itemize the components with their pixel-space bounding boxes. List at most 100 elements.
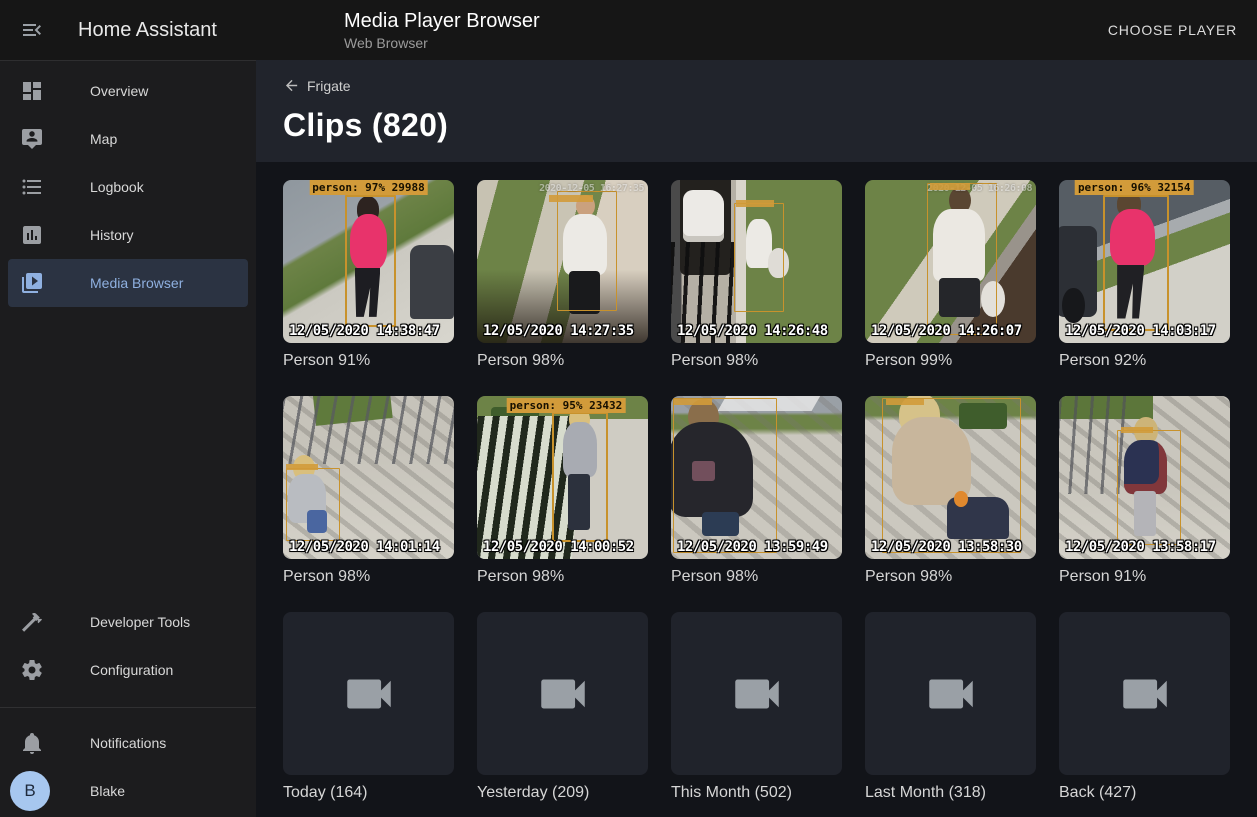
folder-thumbnail[interactable] (865, 612, 1036, 775)
clip-thumbnail[interactable]: 2020-12-05 16:27:35 12/05/2020 14:27:35 (477, 180, 648, 343)
sidebar-item-history[interactable]: History (8, 211, 248, 259)
scene-shape (947, 497, 1009, 539)
scene-shape (477, 416, 587, 559)
sidebar-item-label: History (90, 227, 134, 243)
sidebar-item-profile[interactable]: B Blake (8, 767, 248, 815)
clip-thumbnail[interactable]: 12/05/2020 14:26:48 (671, 180, 842, 343)
clip-thumbnail[interactable]: person: 97% 29988 12/05/2020 14:38:47 (283, 180, 454, 343)
scene-shape (288, 474, 326, 523)
play-box-multiple-icon (20, 271, 44, 295)
clip-card[interactable]: 12/05/2020 13:59:49 Person 98% (671, 396, 842, 586)
video-icon (1116, 665, 1174, 723)
chart-box-icon (20, 223, 44, 247)
clip-card[interactable]: 2020-12-05 16:26:08 12/05/2020 14:26:07 … (865, 180, 1036, 370)
folder-thumbnail[interactable] (477, 612, 648, 775)
breadcrumb-label: Frigate (307, 78, 351, 94)
clip-caption: Person 98% (283, 568, 454, 586)
content-header: Frigate Clips (820) (256, 60, 1257, 162)
scene-shape (1134, 417, 1158, 445)
detection-box (552, 412, 607, 542)
sidebar-item-configuration[interactable]: Configuration (8, 646, 248, 694)
scene-shape (355, 268, 381, 317)
clip-thumbnail[interactable]: 12/05/2020 13:58:17 (1059, 396, 1230, 559)
detection-chip (674, 399, 712, 405)
clip-caption: Person 98% (477, 568, 648, 586)
detection-label: person: 97% 29988 (309, 180, 428, 195)
scene-shape (702, 512, 740, 536)
detection-chip (736, 200, 774, 207)
scene-shape (899, 396, 940, 435)
scene-shape (357, 196, 379, 222)
scene-shape (1117, 265, 1144, 319)
scene-shape (312, 396, 392, 426)
folder-thumbnail[interactable] (1059, 612, 1230, 775)
timestamp-overlay: 12/05/2020 14:27:35 (483, 323, 634, 339)
clip-card[interactable]: 12/05/2020 13:58:17 Person 91% (1059, 396, 1230, 586)
scene-shape (683, 190, 724, 242)
scene-shape (954, 491, 968, 507)
sidebar-item-overview[interactable]: Overview (8, 67, 248, 115)
folder-thumbnail[interactable] (671, 612, 842, 775)
clip-card[interactable]: 12/05/2020 14:01:14 Person 98% (283, 396, 454, 586)
folder-card[interactable]: Today (164) (283, 612, 454, 802)
scene-shape (1124, 440, 1167, 494)
choose-player-button[interactable]: CHOOSE PLAYER (1098, 12, 1257, 48)
sidebar-divider (0, 707, 256, 708)
clip-card[interactable]: 12/05/2020 14:26:48 Person 98% (671, 180, 842, 370)
timestamp-overlay: 12/05/2020 14:38:47 (289, 323, 440, 339)
scene-shape (1110, 209, 1154, 266)
folder-caption: Yesterday (209) (477, 784, 648, 802)
folder-card[interactable]: Last Month (318) (865, 612, 1036, 802)
scene-shape (981, 281, 1005, 317)
sidebar-item-label: Map (90, 131, 117, 147)
clip-card[interactable]: person: 95% 23432 12/05/2020 14:00:52 Pe… (477, 396, 648, 586)
topbar-title-block: Media Player Browser Web Browser (256, 9, 1098, 52)
page-subtitle: Web Browser (344, 34, 1098, 52)
folder-card[interactable]: Back (427) (1059, 612, 1230, 802)
scene-shape (563, 422, 597, 477)
sidebar-toggle-button[interactable] (8, 6, 56, 54)
sidebar-item-label: Configuration (90, 662, 173, 678)
sidebar-main-group: Overview Map Logbook History Media Brows… (0, 67, 256, 307)
camera-timestamp: 2020-12-05 16:26:08 (927, 183, 1032, 194)
detection-box (1117, 430, 1181, 544)
sidebar-item-media-browser[interactable]: Media Browser (8, 259, 248, 307)
clip-thumbnail[interactable]: 2020-12-05 16:26:08 12/05/2020 14:26:07 (865, 180, 1036, 343)
clip-thumbnail[interactable]: 12/05/2020 13:58:30 (865, 396, 1036, 559)
sidebar-item-map[interactable]: Map (8, 115, 248, 163)
timestamp-overlay: 12/05/2020 13:58:17 (1065, 539, 1216, 555)
sidebar-spacer (0, 307, 256, 592)
clip-thumbnail[interactable]: person: 96% 32154 12/05/2020 14:03:17 (1059, 180, 1230, 343)
folder-caption: This Month (502) (671, 784, 842, 802)
scene-shape (1134, 491, 1156, 537)
folder-card[interactable]: This Month (502) (671, 612, 842, 802)
detection-chip (286, 464, 318, 470)
scene-shape (576, 195, 595, 218)
clip-card[interactable]: person: 96% 32154 12/05/2020 14:03:17 Pe… (1059, 180, 1230, 370)
clip-thumbnail[interactable]: 12/05/2020 14:01:14 (283, 396, 454, 559)
scene-shape (491, 407, 539, 430)
detection-chip (886, 399, 924, 405)
scene-shape (1059, 226, 1097, 317)
clip-thumbnail[interactable]: 12/05/2020 13:59:49 (671, 396, 842, 559)
clip-caption: Person 98% (865, 568, 1036, 586)
breadcrumb-back-frigate[interactable]: Frigate (283, 77, 351, 94)
app-title: Home Assistant (78, 19, 217, 42)
timestamp-overlay: 12/05/2020 14:26:07 (871, 323, 1022, 339)
clip-card[interactable]: 12/05/2020 13:58:30 Person 98% (865, 396, 1036, 586)
sidebar-item-developer-tools[interactable]: Developer Tools (8, 598, 248, 646)
folder-caption: Back (427) (1059, 784, 1230, 802)
sidebar-footer-group: Notifications B Blake (0, 719, 256, 817)
clip-card[interactable]: 2020-12-05 16:27:35 12/05/2020 14:27:35 … (477, 180, 648, 370)
sidebar-item-label: Media Browser (90, 275, 183, 291)
scene-shape (688, 399, 719, 435)
arrow-left-icon (283, 77, 300, 94)
topbar-left-section: Home Assistant (0, 0, 256, 60)
bell-icon (20, 731, 44, 755)
folder-card[interactable]: Yesterday (209) (477, 612, 648, 802)
sidebar-item-logbook[interactable]: Logbook (8, 163, 248, 211)
folder-thumbnail[interactable] (283, 612, 454, 775)
sidebar-item-notifications[interactable]: Notifications (8, 719, 248, 767)
clip-thumbnail[interactable]: person: 95% 23432 12/05/2020 14:00:52 (477, 396, 648, 559)
clip-card[interactable]: person: 97% 29988 12/05/2020 14:38:47 Pe… (283, 180, 454, 370)
